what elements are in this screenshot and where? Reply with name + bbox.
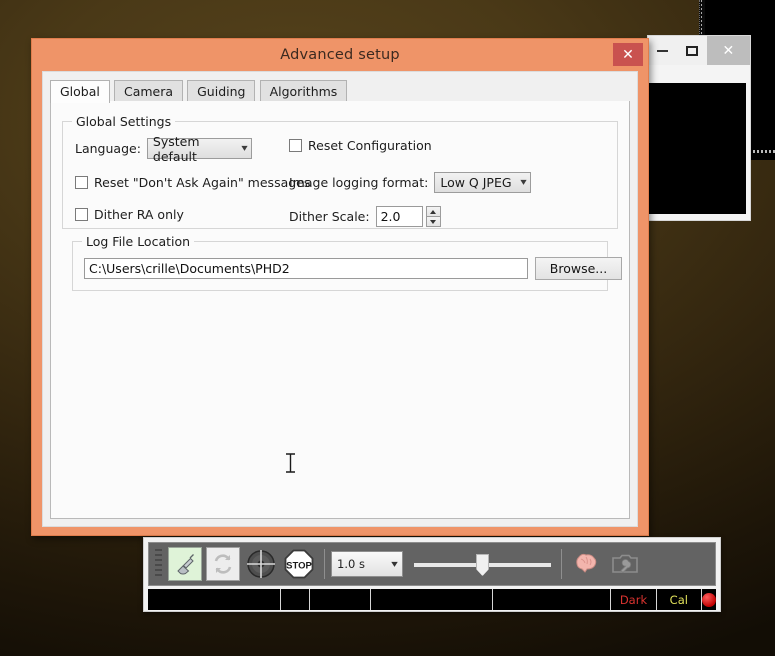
loop-exposures-button[interactable] [206, 547, 240, 581]
status-led-indicator [701, 589, 716, 610]
tab-algorithms[interactable]: Algorithms [259, 80, 348, 102]
reset-configuration-row[interactable]: Reset Configuration [289, 138, 432, 153]
loop-exposure-icon [214, 554, 232, 574]
reset-configuration-checkbox[interactable] [289, 139, 302, 152]
exposure-time-value: 1.0 s [337, 557, 365, 571]
stepper-up-button[interactable] [425, 206, 441, 217]
background-minimize-button[interactable] [648, 36, 677, 65]
stop-sign-icon: STOP [284, 549, 314, 579]
toolbar-separator [561, 549, 562, 579]
tab-guiding[interactable]: Guiding [187, 80, 256, 102]
exposure-time-select[interactable]: 1.0 s ▾ [331, 551, 403, 577]
reset-dont-ask-checkbox[interactable] [75, 176, 88, 189]
language-label: Language: [75, 141, 141, 156]
advanced-setup-dialog: Advanced setup ✕ Global Camera Guiding A… [31, 38, 673, 577]
background-window-content [648, 65, 750, 220]
browse-button[interactable]: Browse... [535, 257, 622, 280]
phd2-status-bar: Dark Cal [148, 589, 716, 610]
dialog-body: Global Camera Guiding Algorithms Global … [42, 71, 673, 577]
dither-ra-label: Dither RA only [94, 207, 184, 222]
language-select[interactable]: System default ▾ [146, 134, 252, 164]
image-logging-format-select[interactable]: Low Q JPEG ▾ [434, 172, 532, 193]
status-cell-2 [281, 589, 310, 610]
arrow-up-icon [430, 209, 437, 214]
background-close-button[interactable]: ✕ [706, 36, 750, 65]
global-settings-legend: Global Settings [72, 114, 176, 129]
toolbar-drag-handle[interactable] [155, 549, 162, 579]
toolbar-separator [324, 549, 325, 579]
stop-button[interactable]: STOP [282, 547, 316, 581]
reset-configuration-label: Reset Configuration [308, 138, 432, 153]
text-cursor-icon [286, 453, 295, 473]
tab-bar: Global Camera Guiding Algorithms [50, 80, 630, 103]
gamma-slider[interactable] [410, 547, 555, 581]
chevron-down-icon: ▾ [241, 143, 248, 154]
tab-camera[interactable]: Camera [113, 80, 184, 102]
dialog-titlebar: Advanced setup ✕ [32, 39, 648, 71]
background-black-panel-right [752, 35, 775, 152]
arrow-down-icon [430, 219, 437, 224]
advanced-setup-button[interactable] [570, 547, 604, 581]
dialog-title: Advanced setup [280, 47, 400, 63]
camera-wrench-icon [612, 554, 638, 574]
status-cell-4 [371, 589, 494, 610]
usb-connector-icon [177, 554, 194, 575]
status-cal-indicator: Cal [657, 589, 702, 610]
dither-ra-row[interactable]: Dither RA only [75, 207, 184, 222]
dither-ra-checkbox[interactable] [75, 208, 88, 221]
dither-scale-input[interactable]: 2.0 [375, 206, 423, 227]
guide-button[interactable] [244, 547, 278, 581]
phd2-toolbar: STOP 1.0 s ▾ [148, 542, 716, 586]
dither-scale-label: Dither Scale: [289, 209, 370, 224]
minimize-icon [657, 49, 669, 52]
status-cell-5 [493, 589, 612, 610]
image-logging-format-value: Low Q JPEG [440, 175, 512, 190]
dialog-close-button[interactable]: ✕ [613, 43, 643, 66]
background-window-image-area [648, 83, 746, 214]
status-cell-1 [148, 589, 282, 610]
reset-dont-ask-row[interactable]: Reset "Don't Ask Again" messages [75, 175, 310, 190]
slider-thumb[interactable] [476, 554, 489, 576]
tab-panel-global: Global Settings Language: System default… [50, 101, 673, 577]
log-file-path-input[interactable]: C:\Users\crille\Documents\PHD2 [84, 258, 528, 279]
connect-equipment-button[interactable] [168, 547, 202, 581]
status-dark-indicator: Dark [611, 589, 657, 610]
close-icon: ✕ [622, 46, 634, 63]
dither-scale-stepper[interactable] [425, 206, 441, 227]
reset-dont-ask-label: Reset "Don't Ask Again" messages [94, 175, 311, 190]
crosshair-target-icon [247, 550, 275, 578]
background-window: ✕ [647, 35, 751, 221]
tab-global[interactable]: Global [50, 80, 110, 103]
status-cell-3 [310, 589, 371, 610]
close-icon: ✕ [722, 42, 735, 59]
language-value: System default [152, 133, 200, 164]
phd2-toolbar-window: STOP 1.0 s ▾ Dark Cal [143, 537, 721, 612]
global-settings-group: Global Settings Language: System default… [62, 114, 618, 229]
background-window-titlebar: ✕ [648, 36, 750, 65]
log-file-location-group: Log File Location C:\Users\crille\Docume… [72, 234, 622, 291]
stop-label: STOP [286, 561, 312, 572]
maximize-icon [686, 45, 699, 56]
stepper-down-button[interactable] [425, 217, 441, 227]
chevron-down-icon: ▾ [391, 558, 398, 570]
image-logging-format-label: Image logging format: [289, 175, 429, 190]
red-led-icon [701, 592, 716, 607]
chevron-down-icon: ▾ [520, 177, 527, 188]
camera-settings-button[interactable] [608, 547, 642, 581]
log-file-location-legend: Log File Location [82, 234, 195, 249]
brain-icon [576, 553, 597, 573]
background-maximize-button[interactable] [677, 36, 706, 65]
